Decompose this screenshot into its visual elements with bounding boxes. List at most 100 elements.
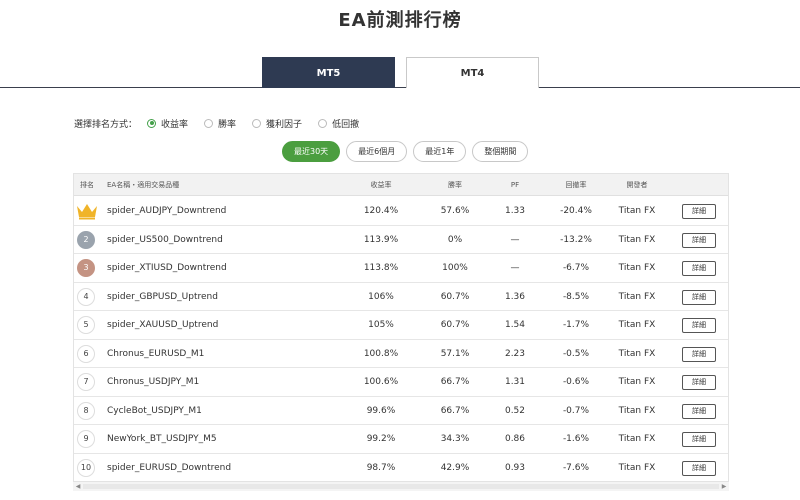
rank-badge: 4 (77, 287, 95, 306)
drawdown-value: -1.6% (562, 434, 590, 444)
detail-button[interactable]: 詳細 (682, 232, 716, 248)
developer-value: Titan FX (618, 234, 656, 245)
pf-value: 1.36 (504, 291, 526, 302)
return-value: 99.2% (366, 434, 396, 444)
ea-name: Chronus_USDJPY_M1 (107, 377, 200, 387)
drawdown-value: -1.7% (562, 320, 590, 330)
period-6-months-button[interactable]: 最近6個月 (346, 141, 408, 162)
rank-badge: 10 (77, 458, 95, 477)
winrate-value: 66.7% (440, 405, 470, 416)
period-1-year-button[interactable]: 最近1年 (413, 141, 467, 162)
ea-name: spider_EURUSD_Downtrend (107, 462, 232, 473)
scrollbar-thumb[interactable] (83, 484, 719, 489)
return-value: 120.4% (363, 206, 399, 216)
detail-button[interactable]: 詳細 (682, 204, 716, 219)
page-title: EA前測排行榜 (338, 10, 462, 31)
pf-value: — (510, 234, 520, 245)
return-value: 98.7% (366, 462, 396, 473)
winrate-value: 60.7% (440, 291, 470, 302)
radio-checked-icon[interactable] (147, 118, 157, 128)
pf-value: 1.31 (504, 377, 526, 387)
radio-icon[interactable] (204, 118, 214, 128)
table-row: 8 CycleBot_USDJPY_M1 99.6% 66.7% 0.52 -0… (74, 397, 728, 425)
ea-name: spider_GBPUSD_Uptrend (107, 291, 218, 302)
drawdown-value: -0.7% (562, 405, 590, 416)
scroll-right-icon[interactable]: ▶ (719, 482, 729, 492)
developer-value: Titan FX (618, 405, 656, 416)
return-value: 100.6% (363, 377, 399, 387)
detail-button[interactable]: 詳細 (682, 346, 716, 362)
period-30-days-button[interactable]: 最近30天 (282, 141, 341, 162)
table-row: 2 spider_US500_Downtrend 113.9% 0% — -13… (74, 226, 728, 254)
winrate-value: 57.6% (440, 206, 470, 216)
ranking-table: 排名 EA名稱・適用交易品種 收益率 勝率 PF 回撤率 開發者 spider_… (73, 173, 729, 491)
detail-button[interactable]: 詳細 (682, 261, 716, 276)
ea-name: spider_US500_Downtrend (107, 234, 223, 245)
pf-value: 1.33 (504, 206, 526, 216)
horizontal-scrollbar[interactable]: ◀ ▶ (73, 481, 729, 491)
winrate-value: 60.7% (440, 320, 470, 330)
drawdown-value: -6.7% (562, 263, 590, 273)
winrate-value: 34.3% (440, 434, 470, 444)
developer-value: Titan FX (618, 462, 656, 473)
table-row: 4 spider_GBPUSD_Uptrend 106% 60.7% 1.36 … (74, 283, 728, 311)
detail-button[interactable]: 詳細 (682, 375, 716, 390)
sort-options: 選擇排名方式： 收益率 勝率 獲利因子 低回撤 (74, 116, 375, 130)
detail-button[interactable]: 詳細 (682, 432, 716, 447)
header-name: EA名稱・適用交易品種 (107, 181, 180, 189)
detail-button[interactable]: 詳細 (682, 403, 716, 419)
tab-mt5[interactable]: MT5 (262, 57, 395, 88)
winrate-value: 0% (447, 234, 463, 245)
sort-label: 選擇排名方式： (74, 119, 138, 130)
return-value: 100.8% (363, 348, 399, 359)
drawdown-value: -7.6% (562, 462, 590, 473)
pf-value: 1.54 (504, 320, 526, 330)
header-pf: PF (510, 181, 520, 189)
detail-button[interactable]: 詳細 (682, 460, 716, 476)
pf-value: 0.52 (504, 405, 526, 416)
header-return: 收益率 (370, 181, 392, 189)
table-header: 排名 EA名稱・適用交易品種 收益率 勝率 PF 回撤率 開發者 (74, 174, 728, 196)
pf-value: 0.93 (504, 462, 526, 473)
ea-name: spider_AUDJPY_Downtrend (107, 206, 227, 216)
table-row: 9 NewYork_BT_USDJPY_M5 99.2% 34.3% 0.86 … (74, 425, 728, 454)
rank-badge: 9 (77, 430, 95, 448)
winrate-value: 66.7% (440, 377, 470, 387)
sort-option-return[interactable]: 收益率 (147, 117, 188, 130)
detail-button[interactable]: 詳細 (682, 318, 716, 333)
drawdown-value: -13.2% (560, 234, 592, 245)
sort-option-profit-factor[interactable]: 獲利因子 (252, 117, 302, 130)
table-row: 6 Chronus_EURUSD_M1 100.8% 57.1% 2.23 -0… (74, 340, 728, 368)
scroll-left-icon[interactable]: ◀ (73, 482, 83, 492)
ea-name: spider_XTIUSD_Downtrend (107, 263, 227, 273)
sort-option-label: 低回撤 (332, 119, 360, 130)
sort-option-label: 收益率 (161, 119, 189, 130)
pf-value: — (510, 263, 520, 273)
tab-mt4[interactable]: MT4 (406, 57, 539, 88)
sort-option-low-drawdown[interactable]: 低回撤 (318, 117, 359, 130)
developer-value: Titan FX (618, 348, 656, 359)
period-all-button[interactable]: 整個期間 (472, 141, 529, 162)
sort-option-winrate[interactable]: 勝率 (204, 117, 236, 130)
radio-icon[interactable] (318, 118, 328, 128)
return-value: 105% (368, 320, 394, 330)
ea-name: NewYork_BT_USDJPY_M5 (107, 434, 217, 444)
detail-button[interactable]: 詳細 (682, 289, 716, 305)
drawdown-value: -20.4% (560, 206, 592, 216)
return-value: 99.6% (366, 405, 396, 416)
rank-badge: 8 (77, 401, 95, 420)
sort-option-label: 獲利因子 (266, 119, 303, 130)
header-developer: 開發者 (626, 181, 648, 189)
developer-value: Titan FX (618, 206, 656, 216)
rank-badge: 5 (77, 316, 95, 334)
rank-badge: 2 (77, 230, 95, 249)
drawdown-value: -8.5% (562, 291, 590, 302)
table-row: 7 Chronus_USDJPY_M1 100.6% 66.7% 1.31 -0… (74, 368, 728, 397)
table-row: 3 spider_XTIUSD_Downtrend 113.8% 100% — … (74, 254, 728, 283)
crown-icon (77, 204, 97, 220)
platform-tabs: MT5 MT4 (0, 57, 800, 88)
winrate-value: 42.9% (440, 462, 470, 473)
header-winrate: 勝率 (448, 181, 462, 189)
radio-icon[interactable] (252, 118, 262, 128)
drawdown-value: -0.5% (562, 348, 590, 359)
